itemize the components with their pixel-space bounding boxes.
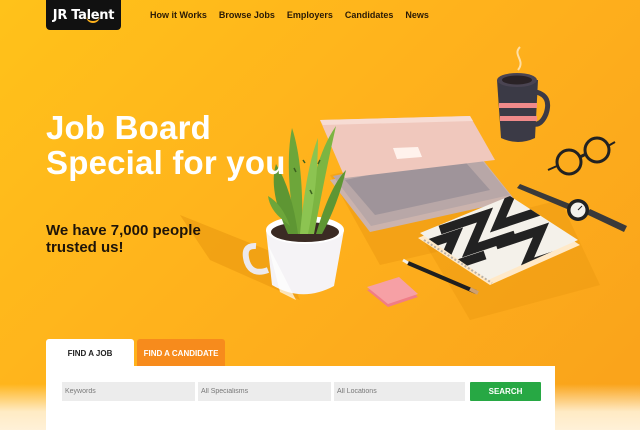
- headline-line-2: Special for you: [46, 144, 286, 181]
- job-search-panel: SEARCH: [46, 366, 555, 430]
- glasses-icon: [547, 136, 616, 176]
- keywords-input[interactable]: [62, 382, 195, 401]
- nav-browse-jobs[interactable]: Browse Jobs: [219, 10, 275, 20]
- tab-find-a-job[interactable]: FIND A JOB: [46, 339, 134, 367]
- sticky-note-icon: [367, 277, 418, 307]
- nav-employers[interactable]: Employers: [287, 10, 333, 20]
- locations-select[interactable]: [334, 382, 465, 401]
- main-navigation: How it Works Browse Jobs Employers Candi…: [150, 10, 441, 20]
- subline-line-1: We have 7,000 people: [46, 222, 201, 239]
- specialisms-select[interactable]: [198, 382, 331, 401]
- headline-line-1: Job Board: [46, 109, 211, 146]
- nav-how-it-works[interactable]: How it Works: [150, 10, 207, 20]
- coffee-mug-icon: [497, 46, 551, 142]
- subline-line-2: trusted us!: [46, 239, 124, 256]
- nav-news[interactable]: News: [405, 10, 429, 20]
- search-form: SEARCH: [62, 382, 541, 401]
- nav-candidates[interactable]: Candidates: [345, 10, 394, 20]
- search-tabs: FIND A JOB FIND A CANDIDATE: [46, 339, 225, 367]
- logo-text: JR Talent: [52, 7, 115, 23]
- hero-section: JR Talent How it Works Browse Jobs Emplo…: [0, 0, 640, 430]
- tab-find-a-candidate[interactable]: FIND A CANDIDATE: [137, 339, 225, 367]
- hero-headline: Job Board Special for you: [46, 110, 286, 180]
- hero-subline: We have 7,000 people trusted us!: [46, 222, 201, 256]
- site-logo[interactable]: JR Talent: [46, 0, 121, 30]
- search-button[interactable]: SEARCH: [470, 382, 541, 401]
